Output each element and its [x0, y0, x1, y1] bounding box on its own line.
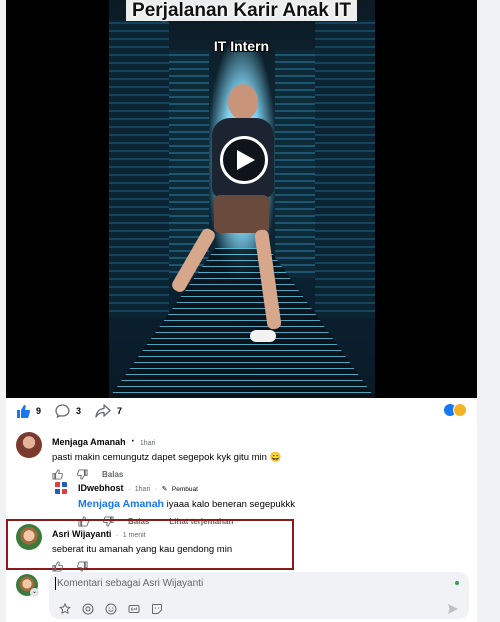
- comment-author[interactable]: Menjaga Amanah: [52, 437, 126, 447]
- video-title: Perjalanan Karir Anak IT: [6, 0, 477, 22]
- sticker-icon[interactable]: [151, 603, 163, 615]
- text-caret: [55, 577, 56, 590]
- dislike-comment-icon[interactable]: [77, 561, 88, 572]
- thumbs-up-icon: [17, 404, 30, 418]
- chevron-down-icon[interactable]: ⌄: [30, 588, 39, 597]
- reaction-summary[interactable]: [443, 403, 467, 417]
- comment-author[interactable]: IDwebhost: [78, 483, 124, 493]
- idwebhost-logo-icon: [55, 482, 67, 494]
- video-subtitle: IT Intern: [213, 38, 270, 54]
- avatar[interactable]: [53, 480, 69, 496]
- gif-icon[interactable]: [128, 603, 140, 615]
- play-icon: [237, 150, 255, 170]
- share-icon: [95, 404, 111, 418]
- comment-time[interactable]: 1hari: [140, 440, 156, 447]
- comment-text: iyaaa kalo beneran segepukkk: [163, 499, 295, 510]
- online-indicator: [455, 581, 459, 585]
- author-badge: Pembuat: [171, 486, 198, 493]
- pencil-icon: ✎: [161, 486, 168, 493]
- share-count[interactable]: 7: [95, 404, 122, 418]
- avatar[interactable]: [16, 524, 42, 550]
- play-button[interactable]: [220, 136, 268, 184]
- comment-composer[interactable]: Komentari sebagai Asri Wijayanti: [49, 572, 469, 619]
- comment-text: pasti makin cemungutz dapet segepok kyk …: [52, 452, 282, 463]
- comment-input[interactable]: Komentari sebagai Asri Wijayanti: [57, 578, 203, 589]
- camera-icon[interactable]: [82, 603, 94, 615]
- like-comment-icon[interactable]: [52, 469, 63, 480]
- post-frame: Perjalanan Karir Anak IT IT Intern 9 3 7…: [6, 0, 477, 622]
- like-count[interactable]: 9: [16, 404, 41, 418]
- video-player[interactable]: Perjalanan Karir Anak IT IT Intern: [6, 0, 477, 398]
- like-comment-icon[interactable]: [52, 561, 63, 572]
- video-thumbnail: [109, 0, 375, 398]
- avatar-sticker-icon[interactable]: [59, 603, 71, 615]
- avatar[interactable]: [16, 432, 42, 458]
- comment-text: seberat itu amanah yang kau gendong min: [52, 544, 233, 555]
- comment-count[interactable]: 3: [55, 404, 81, 418]
- comment-time[interactable]: 1hari: [135, 486, 151, 493]
- reaction-bar: 9 3 7: [6, 398, 477, 424]
- comment-icon: [55, 404, 70, 418]
- mention-link[interactable]: Menjaga Amanah: [78, 498, 164, 510]
- send-icon[interactable]: [447, 602, 459, 620]
- comment-author[interactable]: Asri Wijayanti: [52, 529, 111, 539]
- comment-time[interactable]: 1 menit: [123, 532, 146, 539]
- scrollbar[interactable]: [477, 0, 500, 622]
- sad-reaction-icon: [453, 403, 467, 417]
- runner-figure: [169, 80, 294, 350]
- emoji-icon[interactable]: [105, 603, 117, 615]
